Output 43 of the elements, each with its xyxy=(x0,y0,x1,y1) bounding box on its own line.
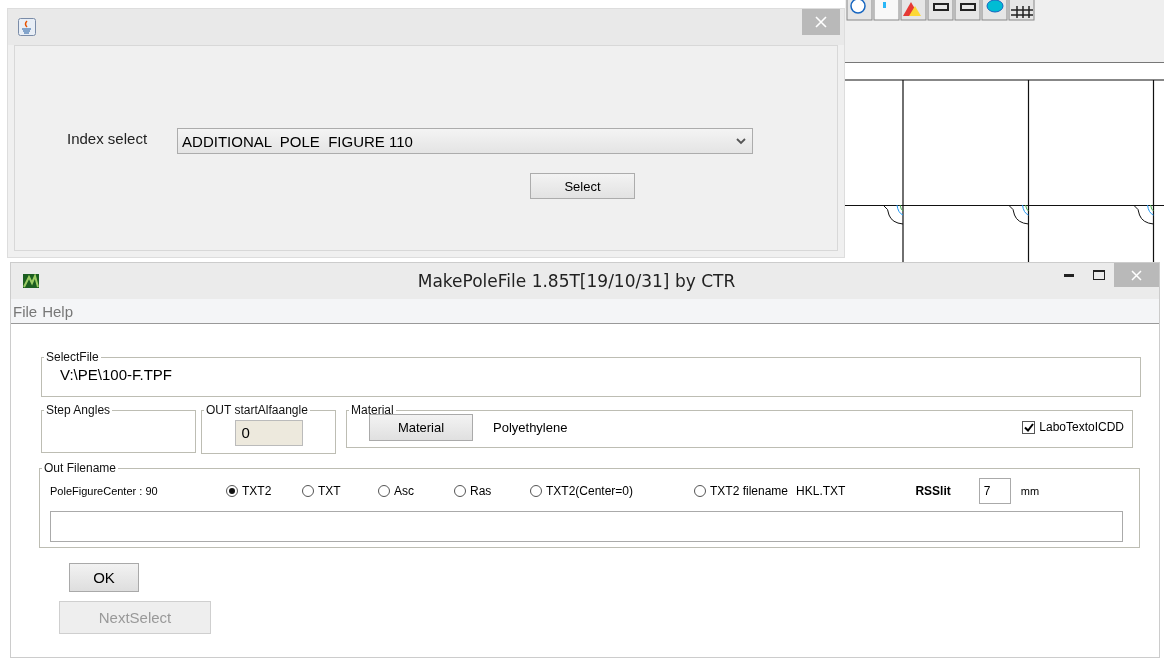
radio-label: TXT xyxy=(318,484,341,498)
radio-label: Asc xyxy=(394,484,414,498)
radio-label: TXT2 filename xyxy=(710,484,789,498)
coffee-cup-icon xyxy=(18,18,36,36)
window-title: MakePoleFile 1.85T[19/10/31] by CTR xyxy=(416,271,736,291)
radio-label: TXT2(Center=0) xyxy=(546,484,634,498)
app-icon xyxy=(23,274,39,288)
rsslit-field[interactable]: 7 xyxy=(978,478,1011,504)
chevron-down-icon xyxy=(736,137,747,145)
radio-label: TXT2 xyxy=(242,484,272,498)
material-button[interactable]: Material xyxy=(369,413,473,441)
radio-button[interactable] xyxy=(454,485,466,497)
field-label: Index select xyxy=(67,129,148,147)
maximize-icon xyxy=(1093,270,1105,280)
radio-button[interactable] xyxy=(302,485,314,497)
group-title: SelectFile xyxy=(45,350,100,364)
menu-item[interactable]: File xyxy=(13,302,38,320)
select-button[interactable]: Select xyxy=(530,173,635,199)
menu-item[interactable]: Help xyxy=(42,302,74,320)
checkbox[interactable] xyxy=(1022,420,1036,434)
toolbar-drawing[interactable] xyxy=(846,0,1035,21)
group-title: OUT startAlfaangle xyxy=(205,403,309,417)
radio-button[interactable] xyxy=(378,485,390,497)
file-path: V:\PE\100-F.TPF xyxy=(60,366,173,383)
radio-button[interactable] xyxy=(226,485,238,497)
output-field[interactable] xyxy=(50,511,1123,542)
center-label: PoleFigureCenter : 90 xyxy=(50,485,159,497)
unit-label: mm xyxy=(1020,485,1040,497)
checkbox-label: LaboTextoICDD xyxy=(1039,420,1124,434)
rsslit-label: RSSlit xyxy=(915,484,951,498)
radio-label: Ras xyxy=(470,484,492,498)
close-icon xyxy=(1131,269,1142,281)
hkl-filename: HKL.TXT xyxy=(796,484,846,498)
close-icon xyxy=(815,16,827,28)
material-name: Polyethylene xyxy=(493,419,568,435)
group-title: Out Filename xyxy=(43,461,118,475)
group-title: Step Angles xyxy=(45,403,112,417)
radio-button[interactable] xyxy=(530,485,542,497)
radio-button[interactable] xyxy=(694,485,706,497)
ok-button[interactable]: OK xyxy=(69,563,139,592)
start-angle-field[interactable]: 0 xyxy=(234,420,303,446)
index-dropdown[interactable]: ADDITIONAL POLE FIGURE 110 xyxy=(177,128,754,154)
minimize-icon xyxy=(1064,273,1074,277)
